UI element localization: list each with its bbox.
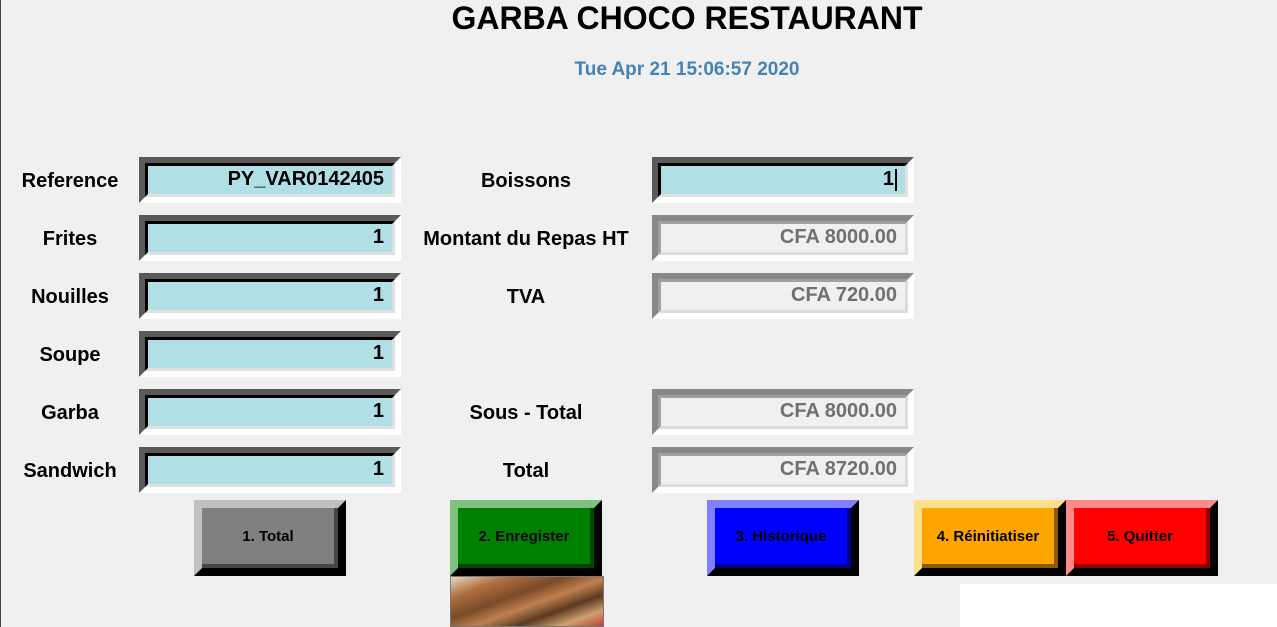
total-button-label: 1. Total	[202, 508, 338, 568]
reinitiatiser-button-label: 4. Réinitiatiser	[922, 508, 1058, 568]
historique-button-label: 3. Historique	[715, 508, 851, 568]
reinitiatiser-button[interactable]: 4. Réinitiatiser	[914, 500, 1066, 576]
garba-label: Garba	[41, 402, 99, 424]
montant-value: CFA 8000.00	[658, 221, 908, 255]
total-value: CFA 8720.00	[658, 453, 908, 487]
nouilles-value[interactable]: 1	[145, 279, 395, 313]
quitter-button-label: 5. Quitter	[1074, 508, 1210, 568]
tva-value: CFA 720.00	[658, 279, 908, 313]
tva-field: CFA 720.00	[652, 273, 914, 319]
frites-field[interactable]: 1	[139, 215, 401, 261]
nouilles-label: Nouilles	[31, 286, 109, 308]
enregister-button-label: 2. Enregister	[458, 508, 594, 568]
quitter-button[interactable]: 5. Quitter	[1066, 500, 1218, 576]
soupe-value[interactable]: 1	[145, 337, 395, 371]
total-button[interactable]: 1. Total	[194, 500, 346, 576]
total-field: CFA 8720.00	[652, 447, 914, 493]
reference-field[interactable]: PY_VAR0142405	[139, 157, 401, 203]
soupe-field[interactable]: 1	[139, 331, 401, 377]
blank-panel	[960, 584, 1277, 627]
sandwich-label: Sandwich	[23, 460, 117, 482]
boissons-field[interactable]: 1	[652, 157, 914, 203]
frites-label: Frites	[42, 228, 98, 250]
montant-field: CFA 8000.00	[652, 215, 914, 261]
app-title: GARBA CHOCO RESTAURANT	[451, 0, 923, 36]
food-photo	[450, 576, 604, 627]
sandwich-field[interactable]: 1	[139, 447, 401, 493]
total-label: Total	[502, 460, 550, 482]
sous-total-label: Sous - Total	[469, 402, 583, 424]
historique-button[interactable]: 3. Historique	[707, 500, 859, 576]
datetime-label: Tue Apr 21 15:06:57 2020	[574, 59, 800, 80]
sous-total-value: CFA 8000.00	[658, 395, 908, 429]
sandwich-value[interactable]: 1	[145, 453, 395, 487]
nouilles-field[interactable]: 1	[139, 273, 401, 319]
reference-value[interactable]: PY_VAR0142405	[145, 163, 395, 197]
boissons-value[interactable]: 1	[658, 163, 908, 197]
boissons-value-text: 1	[882, 168, 894, 190]
tva-label: TVA	[506, 286, 546, 308]
text-cursor	[895, 168, 897, 191]
sous-total-field: CFA 8000.00	[652, 389, 914, 435]
boissons-label: Boissons	[480, 170, 572, 192]
soupe-label: Soupe	[39, 344, 101, 366]
enregister-button[interactable]: 2. Enregister	[450, 500, 602, 576]
garba-value[interactable]: 1	[145, 395, 395, 429]
reference-label: Reference	[21, 170, 119, 192]
montant-label: Montant du Repas HT	[423, 228, 629, 250]
frites-value[interactable]: 1	[145, 221, 395, 255]
garba-field[interactable]: 1	[139, 389, 401, 435]
